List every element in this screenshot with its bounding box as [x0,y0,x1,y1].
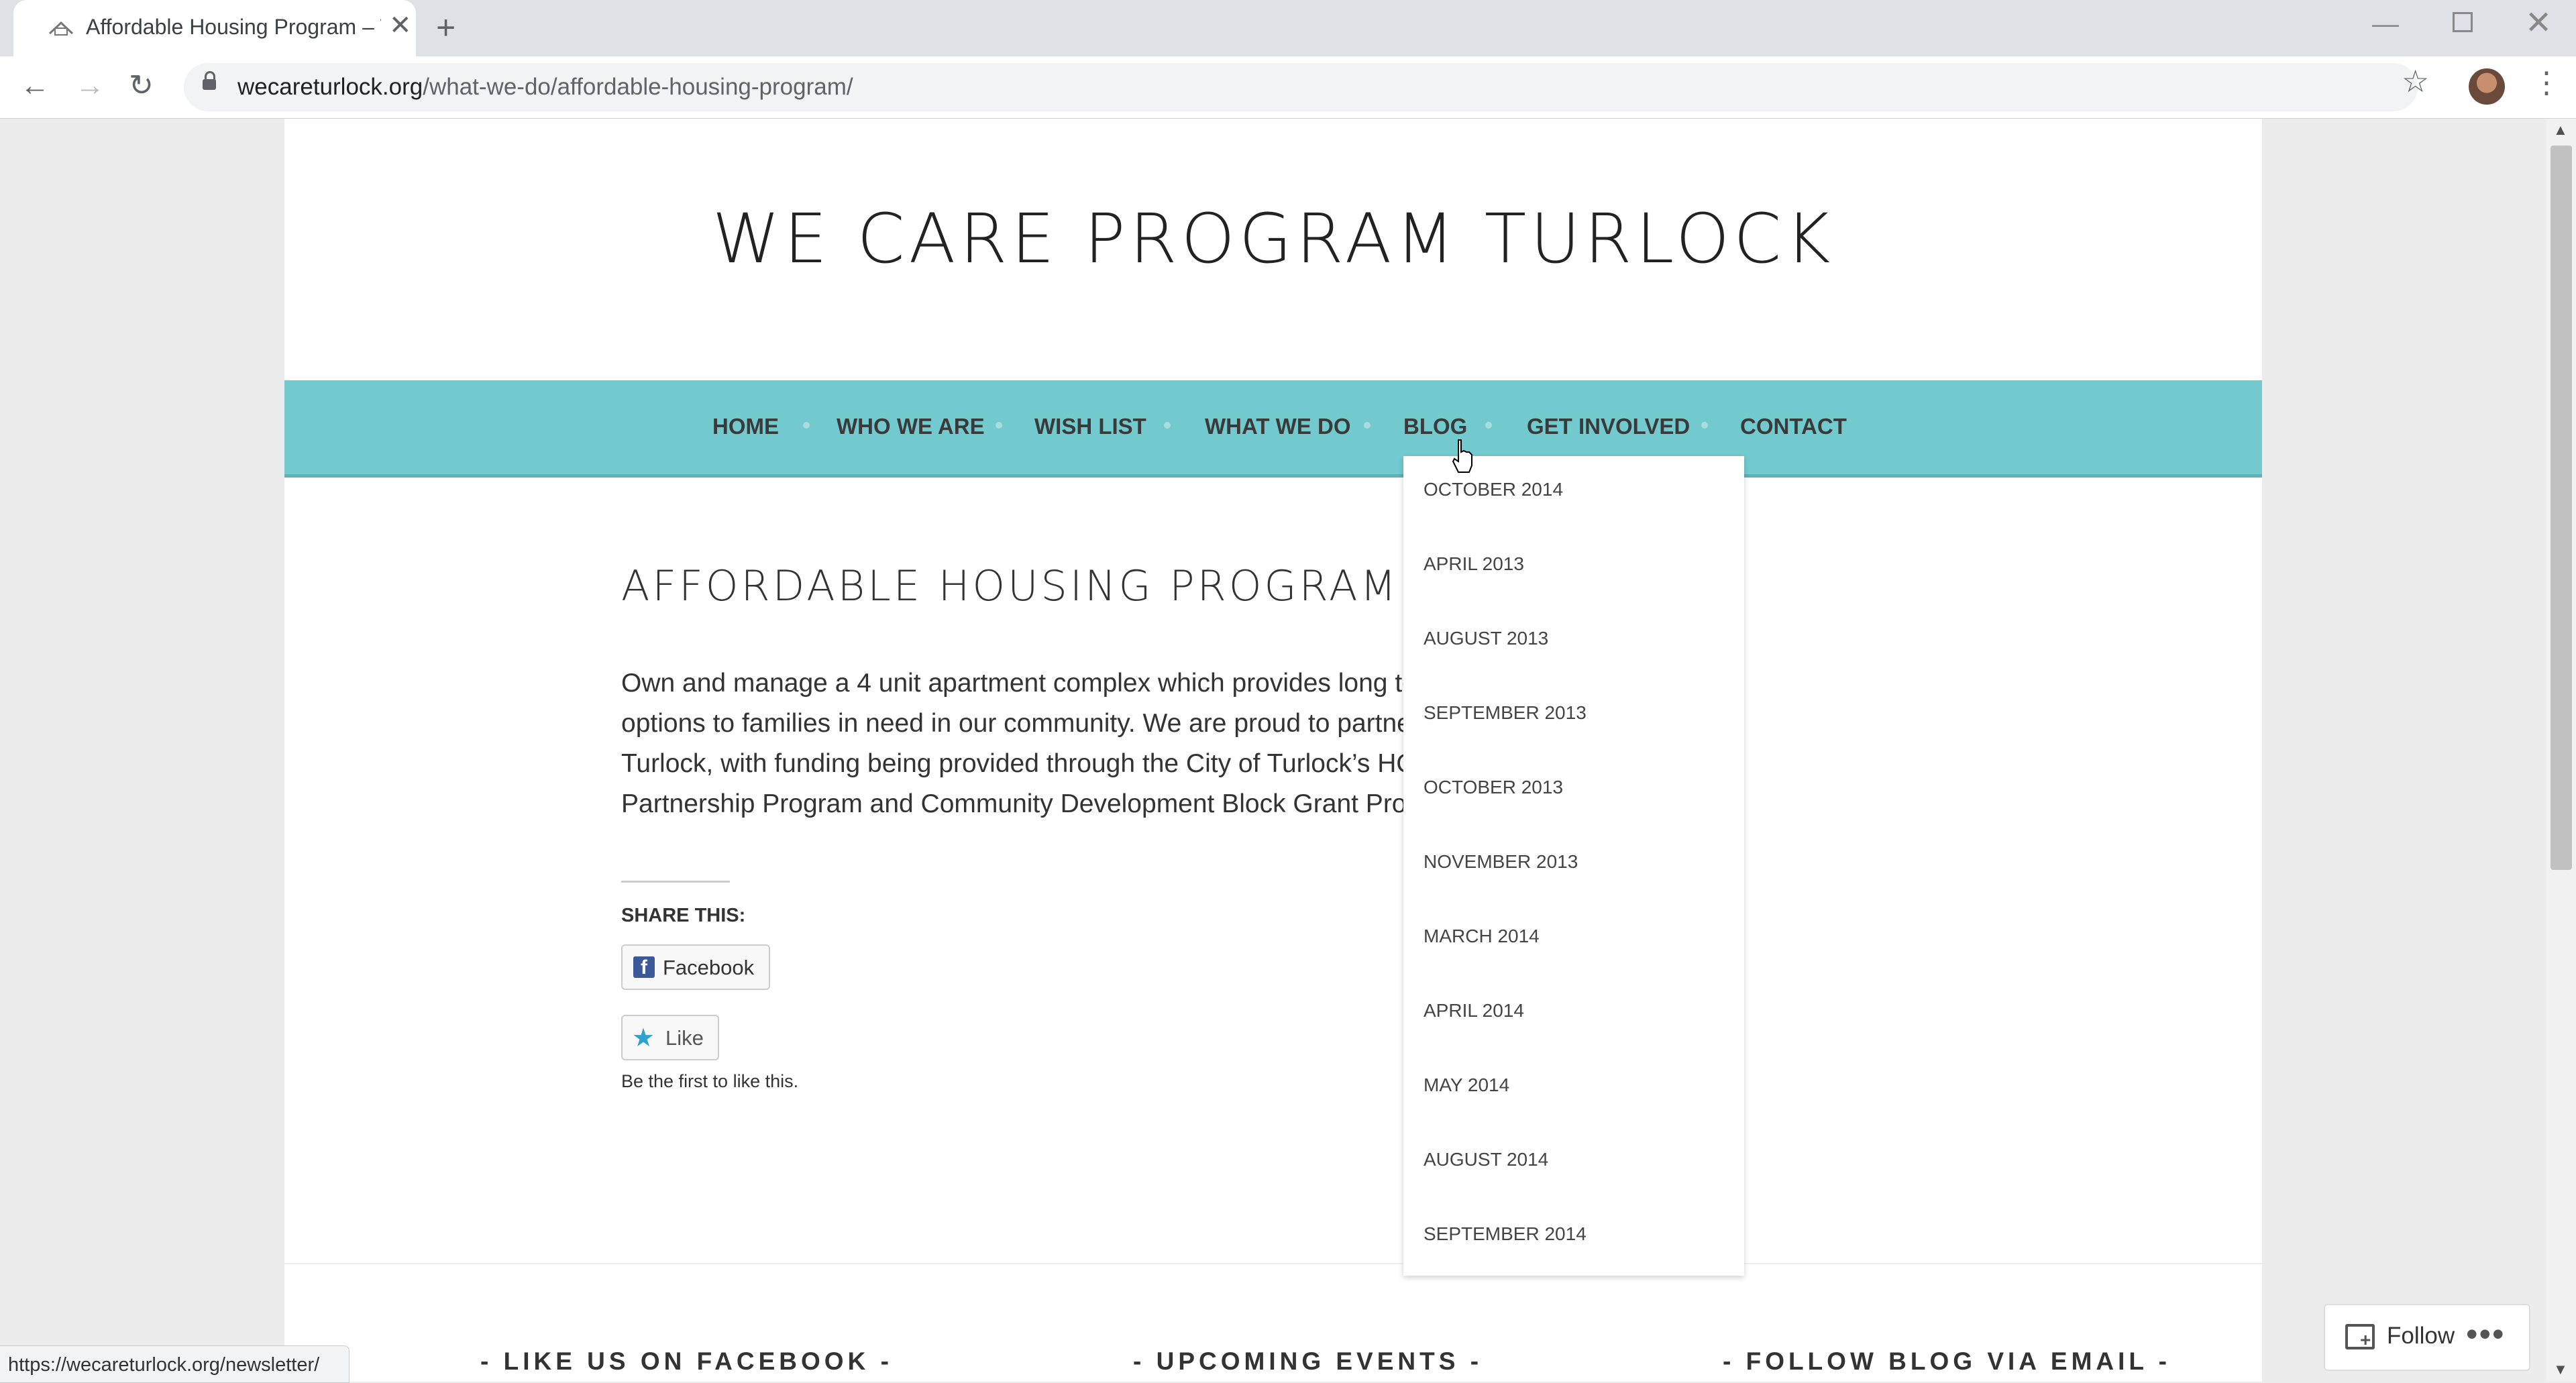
back-arrow-icon[interactable]: ← [20,70,50,102]
bookmark-star-icon[interactable]: ☆ [2402,63,2429,99]
dropdown-item[interactable]: OCTOBER 2014 [1424,479,1563,500]
status-bar: https://wecareturlock.org/newsletter/ [0,1345,350,1383]
dropdown-item[interactable]: MARCH 2014 [1424,926,1540,947]
scroll-down-arrow-icon[interactable]: ▼ [2553,1361,2568,1378]
page-body: Own and manage a 4 unit apartment comple… [621,663,1453,838]
browser-toolbar: ← → ↻ wecareturlock.org/what-we-do/affor… [0,56,2576,119]
page-title: AFFORDABLE HOUSING PROGRAM [621,561,1399,610]
nav-blog[interactable]: BLOG [1403,414,1467,439]
body-line: options to families in need in our commu… [621,709,1420,738]
nav-separator [1485,422,1492,429]
dropdown-item[interactable]: NOVEMBER 2013 [1424,851,1578,873]
dropdown-item[interactable]: OCTOBER 2013 [1424,777,1563,798]
browser-menu-icon[interactable]: ⋮ [2532,66,2561,100]
nav-separator [1164,422,1171,429]
nav-contact[interactable]: CONTACT [1740,414,1847,439]
nav-get-involved[interactable]: GET INVOLVED [1527,414,1690,439]
url-path: /what-we-do/affordable-housing-program/ [423,74,853,100]
tab-title: Affordable Housing Program – W [86,15,381,39]
lock-icon[interactable] [203,71,216,90]
dropdown-item[interactable]: AUGUST 2013 [1424,628,1548,649]
nav-wish-list[interactable]: WISH LIST [1034,414,1146,439]
hand-cursor-icon [1452,439,1472,473]
nav-home[interactable]: HOME [712,414,779,439]
body-line: Turlock, with funding being provided thr… [621,749,1439,778]
dropdown-item[interactable]: SEPTEMBER 2014 [1424,1223,1587,1245]
restore-icon[interactable] [2453,12,2473,32]
site-title[interactable]: WE CARE PROGRAM TURLOCK [284,199,2262,279]
footer-divider [284,1263,2262,1264]
nav-separator [996,422,1002,429]
page-container: WE CARE PROGRAM TURLOCK HOME WHO WE ARE … [284,119,2262,1382]
star-icon: ★ [632,1024,655,1052]
share-divider [621,881,730,883]
browser-tab[interactable]: Affordable Housing Program – W ✕ [13,0,416,56]
page-viewport: WE CARE PROGRAM TURLOCK HOME WHO WE ARE … [0,119,2546,1382]
dropdown-item[interactable]: APRIL 2013 [1424,553,1524,575]
nav-separator [803,422,810,429]
window-close-icon[interactable]: ✕ [2525,4,2552,42]
nav-separator [1701,422,1708,429]
facebook-share-label: Facebook [663,956,755,979]
scroll-thumb[interactable] [2551,146,2572,870]
dropdown-item[interactable]: MAY 2014 [1424,1074,1509,1096]
new-tab-icon[interactable]: + [436,11,455,44]
dropdown-item[interactable]: SEPTEMBER 2013 [1424,702,1587,724]
scroll-up-arrow-icon[interactable]: ▲ [2553,121,2568,139]
forward-arrow-icon[interactable]: → [75,70,105,102]
body-line: Own and manage a 4 unit apartment comple… [621,669,1448,698]
follow-button[interactable]: Follow [2387,1323,2455,1349]
footer-follow-heading: - FOLLOW BLOG VIA EMAIL - [1723,1347,2171,1375]
dropdown-item[interactable]: APRIL 2014 [1424,1000,1524,1021]
status-url: https://wecareturlock.org/newsletter/ [8,1354,320,1376]
footer-events-heading: - UPCOMING EVENTS - [1133,1347,1483,1375]
share-heading: SHARE THIS: [621,905,746,926]
follow-widget[interactable]: Follow ••• [2324,1304,2530,1371]
main-navigation: HOME WHO WE ARE WISH LIST WHAT WE DO BLO… [284,380,2262,478]
nav-what-we-do[interactable]: WHAT WE DO [1205,414,1351,439]
dropdown-item[interactable]: AUGUST 2014 [1424,1149,1548,1170]
facebook-icon: f [633,956,655,979]
site-favicon-icon [48,21,74,36]
facebook-share-button[interactable]: f Facebook [621,944,770,990]
blog-dropdown-menu: OCTOBER 2014 APRIL 2013 AUGUST 2013 SEPT… [1403,456,1744,1276]
profile-avatar[interactable] [2469,68,2505,105]
reload-icon[interactable]: ↻ [129,70,154,102]
like-label: Like [665,1026,704,1050]
body-line: Partnership Program and Community Develo… [621,789,1444,818]
tab-close-icon[interactable]: ✕ [389,12,412,39]
like-button[interactable]: ★ Like [621,1015,719,1060]
nav-separator [1364,422,1371,429]
more-options-icon[interactable]: ••• [2466,1315,2506,1353]
page-scrollbar[interactable]: ▲ ▼ [2546,119,2576,1382]
address-bar[interactable]: wecareturlock.org/what-we-do/affordable-… [184,63,2418,111]
url-host: wecareturlock.org [237,74,423,100]
tab-strip: Affordable Housing Program – W ✕ + — ✕ [0,0,2576,56]
url-text[interactable]: wecareturlock.org/what-we-do/affordable-… [237,74,853,101]
nav-who-we-are[interactable]: WHO WE ARE [837,414,985,439]
minimize-icon[interactable]: — [2372,9,2399,40]
like-count-text: Be the first to like this. [621,1071,799,1091]
follow-reader-icon [2345,1324,2375,1351]
footer-facebook-heading: - LIKE US ON FACEBOOK - [480,1347,893,1375]
